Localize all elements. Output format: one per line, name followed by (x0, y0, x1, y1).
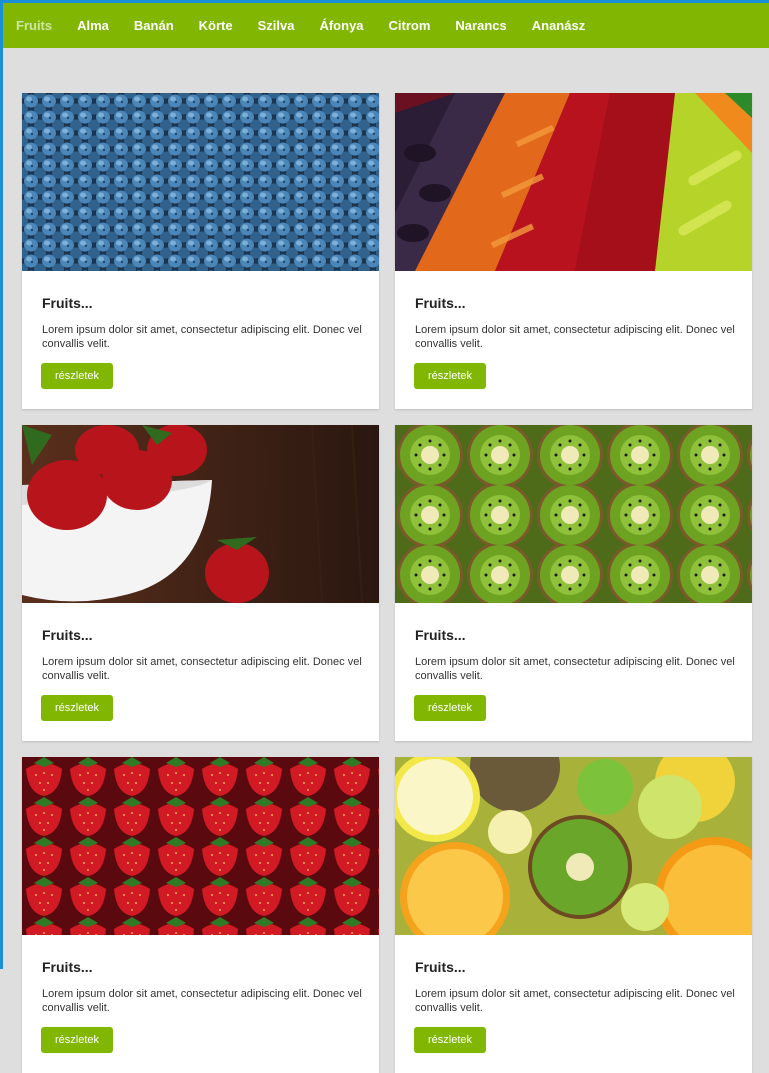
details-button[interactable]: részletek (41, 695, 113, 721)
fruit-card: Fruits... Lorem ipsum dolor sit amet, co… (395, 93, 752, 409)
card-text: Lorem ipsum dolor sit amet, consectetur … (42, 656, 362, 682)
fruit-card: Fruits... Lorem ipsum dolor sit amet, co… (395, 425, 752, 741)
nav-item-citrom[interactable]: Citrom (389, 18, 431, 33)
nav-item-narancs[interactable]: Narancs (455, 18, 506, 33)
card-text: Lorem ipsum dolor sit amet, consectetur … (42, 324, 362, 350)
details-button[interactable]: részletek (414, 363, 486, 389)
card-title: Fruits... (415, 295, 466, 311)
fruit-card: Fruits... Lorem ipsum dolor sit amet, co… (22, 757, 379, 1073)
card-text: Lorem ipsum dolor sit amet, consectetur … (415, 988, 735, 1014)
window-left-border (0, 0, 3, 969)
card-text: Lorem ipsum dolor sit amet, consectetur … (415, 324, 735, 350)
card-title: Fruits... (42, 959, 93, 975)
card-title: Fruits... (42, 627, 93, 643)
top-navbar: Fruits Alma Banán Körte Szilva Áfonya Ci… (3, 3, 769, 48)
nav-item-fruits[interactable]: Fruits (16, 18, 52, 33)
details-button[interactable]: részletek (41, 1027, 113, 1053)
details-button[interactable]: részletek (414, 1027, 486, 1053)
fruit-card: Fruits... Lorem ipsum dolor sit amet, co… (22, 93, 379, 409)
blueberries-photo (22, 93, 379, 271)
card-text: Lorem ipsum dolor sit amet, consectetur … (415, 656, 735, 682)
nav-item-korte[interactable]: Körte (199, 18, 233, 33)
card-title: Fruits... (42, 295, 93, 311)
card-text: Lorem ipsum dolor sit amet, consectetur … (42, 988, 362, 1014)
kiwi-slices-photo (395, 425, 752, 603)
nav-item-ananasz[interactable]: Ananász (532, 18, 585, 33)
card-title: Fruits... (415, 959, 466, 975)
vegetable-market-photo (395, 93, 752, 271)
strawberry-bowl-photo (22, 425, 379, 603)
nav-item-alma[interactable]: Alma (77, 18, 109, 33)
fruit-card: Fruits... Lorem ipsum dolor sit amet, co… (395, 757, 752, 1073)
nav-item-afonya[interactable]: Áfonya (319, 18, 363, 33)
card-title: Fruits... (415, 627, 466, 643)
details-button[interactable]: részletek (41, 363, 113, 389)
nav-item-szilva[interactable]: Szilva (258, 18, 295, 33)
nav-item-banan[interactable]: Banán (134, 18, 174, 33)
fruit-card: Fruits... Lorem ipsum dolor sit amet, co… (22, 425, 379, 741)
citrus-kiwi-photo (395, 757, 752, 935)
details-button[interactable]: részletek (414, 695, 486, 721)
strawberries-photo (22, 757, 379, 935)
